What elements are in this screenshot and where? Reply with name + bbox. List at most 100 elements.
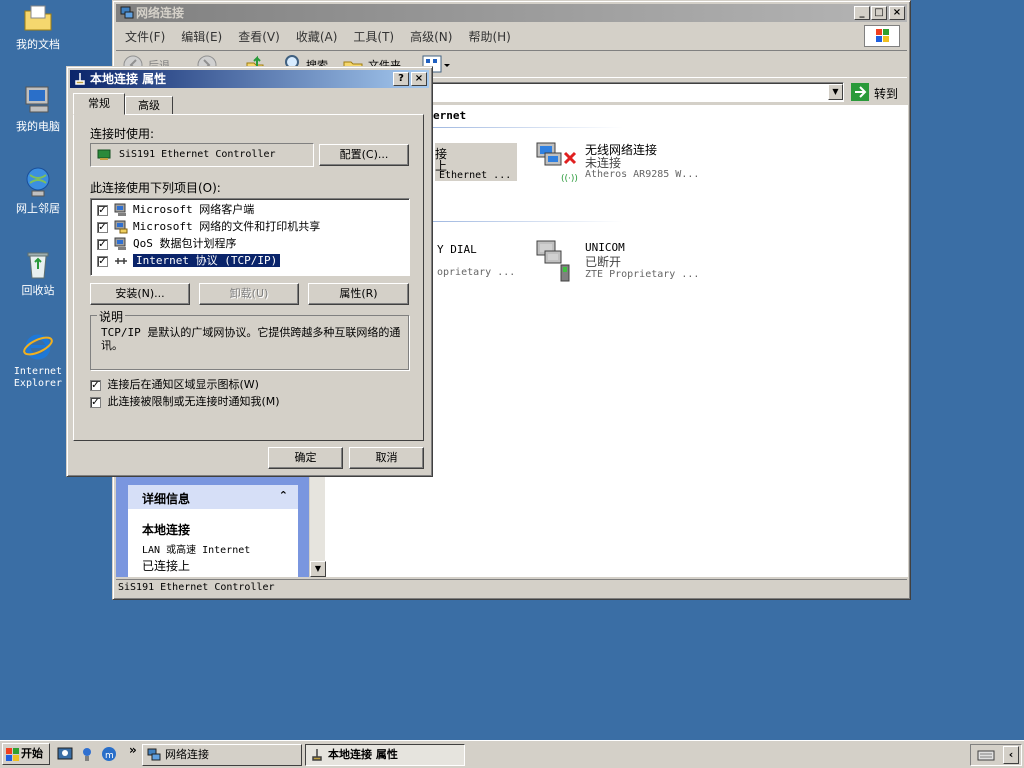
go-button-label[interactable]: 转到 [874,85,898,102]
explorer-titlebar[interactable]: 网络连接 _ □ × [116,4,907,22]
desktop-icon-label: 网上邻居 [16,202,60,215]
configure-button[interactable]: 配置(C)... [319,144,409,166]
dialog-close-button[interactable]: × [411,72,427,86]
windows-logo [864,25,900,47]
details-header[interactable]: 详细信息 ⌃ [128,485,298,509]
close-button[interactable]: × [889,6,905,20]
svg-text:m: m [105,751,114,761]
scroll-down-button[interactable]: ▼ [310,561,326,577]
menu-favorites[interactable]: 收藏(A) [296,30,338,44]
menu-edit[interactable]: 编辑(E) [181,30,222,44]
item-label: QoS 数据包计划程序 [133,237,237,250]
items-label: 此连接使用下列项目(O): [90,181,221,195]
list-item[interactable]: ✓ Microsoft 网络的文件和打印机共享 [97,219,320,235]
menu-advanced[interactable]: 高级(N) [410,30,452,44]
menu-file[interactable]: 文件(F) [125,30,165,44]
explorer-title: 网络连接 [136,6,185,20]
folder-documents-icon [22,2,54,34]
details-status: 已连接上 [142,559,191,573]
components-list[interactable]: ✓ Microsoft 网络客户端 ✓ Microsoft 网络的文件和打印机共… [90,198,410,276]
connection-local-area[interactable]: 接 上 Ethernet ... [435,143,517,181]
task-pane-scrollbar[interactable]: ▼ [309,477,326,577]
group-header: ernet [433,109,467,122]
lan-connection-icon [312,749,322,761]
connection-wireless[interactable]: ((·)) 无线网络连接 未连接 Atheros AR9285 W... [531,139,731,189]
address-input[interactable] [426,82,844,102]
connect-using-label: 连接时使用: [90,127,155,141]
uninstall-button[interactable]: 卸载(U) [199,283,299,305]
task-local-connection-properties[interactable]: 本地连接 属性 [305,744,465,766]
connection-name: Y DIAL [437,243,477,256]
desktop-icon-recycle-bin[interactable]: 回收站 [6,248,70,297]
list-item-selected[interactable]: ✓ Internet 协议 (TCP/IP) [97,253,282,269]
maximize-button[interactable]: □ [871,6,887,20]
messenger-icon[interactable]: m [101,746,117,762]
install-button[interactable]: 安装(N)... [90,283,190,305]
menu-help[interactable]: 帮助(H) [468,30,510,44]
item-checkbox[interactable]: ✓ [97,238,108,250]
lan-connection-icon [75,73,85,85]
quick-launch-more-icon[interactable]: » [129,743,137,757]
task-label: 本地连接 属性 [328,748,398,761]
keyboard-icon[interactable] [977,748,995,762]
network-adapter-icon [97,149,111,160]
taskbar: 开始 m » 网络连接 本地连接 属性 ‹ [0,740,1024,768]
desktop-icon-label: 我的文档 [16,38,60,51]
item-checkbox[interactable]: ✓ [97,204,108,216]
tab-advanced-label: 高级 [138,99,160,112]
desktop-icon-network[interactable]: 网上邻居 [6,166,70,215]
item-checkbox[interactable]: ✓ [97,255,108,267]
show-icon-option[interactable]: ✓ 连接后在通知区域显示图标(W) [90,377,259,393]
desktop-icon-internet-explorer[interactable]: Internet Explorer [6,330,70,390]
start-label: 开始 [21,747,43,760]
system-tray: ‹ [970,744,1022,766]
show-icon-checkbox[interactable]: ✓ [90,379,101,391]
list-item[interactable]: ✓ QoS 数据包计划程序 [97,236,237,252]
desktop-icon[interactable] [57,746,73,762]
start-button[interactable]: 开始 [2,743,50,765]
collapse-chevron-icon[interactable]: ⌃ [279,489,288,502]
task-label: 网络连接 [165,748,209,761]
desktop-icon-my-documents[interactable]: 我的文档 [6,2,70,51]
network-connections-icon [147,748,161,761]
dialup-connection-icon [536,240,570,282]
description-group: 说明 TCP/IP 是默认的广域网协议。它提供跨越多种互联网络的通讯。 [90,308,409,370]
item-checkbox[interactable]: ✓ [97,221,108,233]
list-item[interactable]: ✓ Microsoft 网络客户端 [97,202,254,218]
desktop-icon-label: 回收站 [21,284,55,297]
properties-button[interactable]: 属性(R) [308,283,409,305]
menu-view[interactable]: 查看(V) [238,30,280,44]
recycle-bin-icon [22,248,54,280]
help-button[interactable]: ? [393,72,409,86]
computer-icon [22,84,54,116]
local-connection-properties-dialog: 本地连接 属性 ? × 常规 高级 连接时使用: SiS191 Ethernet… [66,66,433,477]
description-text: TCP/IP 是默认的广域网协议。它提供跨越多种互联网络的通讯。 [101,326,401,352]
tab-general[interactable]: 常规 [73,93,125,115]
network-icon [22,166,54,198]
explorer-statusbar: SiS191 Ethernet Controller [116,579,907,597]
desktop-icon-label: 我的电脑 [16,120,60,133]
desktop-icon-my-computer[interactable]: 我的电脑 [6,84,70,133]
minimize-button[interactable]: _ [854,6,870,20]
task-network-connections[interactable]: 网络连接 [142,744,302,766]
tab-general-label: 常规 [88,97,110,110]
media-player-icon[interactable] [79,746,95,762]
notify-checkbox[interactable]: ✓ [90,396,101,408]
group-divider [433,127,623,128]
cancel-button[interactable]: 取消 [349,447,424,469]
notify-option[interactable]: ✓ 此连接被限制或无连接时通知我(M) [90,394,280,410]
tray-expand-button[interactable]: ‹ [1003,746,1019,764]
address-dropdown-button[interactable]: ▼ [828,84,843,100]
tab-advanced[interactable]: 高级 [125,96,173,115]
details-header-title: 详细信息 [142,492,191,506]
connection-unicom[interactable]: UNICOM 已断开 ZTE Proprietary ... [531,237,731,287]
windows-flag-icon [6,748,19,761]
dialog-title: 本地连接 属性 [90,72,167,86]
go-arrow-icon[interactable] [850,82,870,102]
connection-status: 已断开 [585,255,622,269]
dialog-titlebar[interactable]: 本地连接 属性 ? × [70,70,429,88]
ok-button[interactable]: 确定 [268,447,343,469]
connection-dialup[interactable]: Y DIAL oprietary ... [433,239,523,281]
network-connections-icon [120,6,134,19]
menu-tools[interactable]: 工具(T) [353,30,394,44]
